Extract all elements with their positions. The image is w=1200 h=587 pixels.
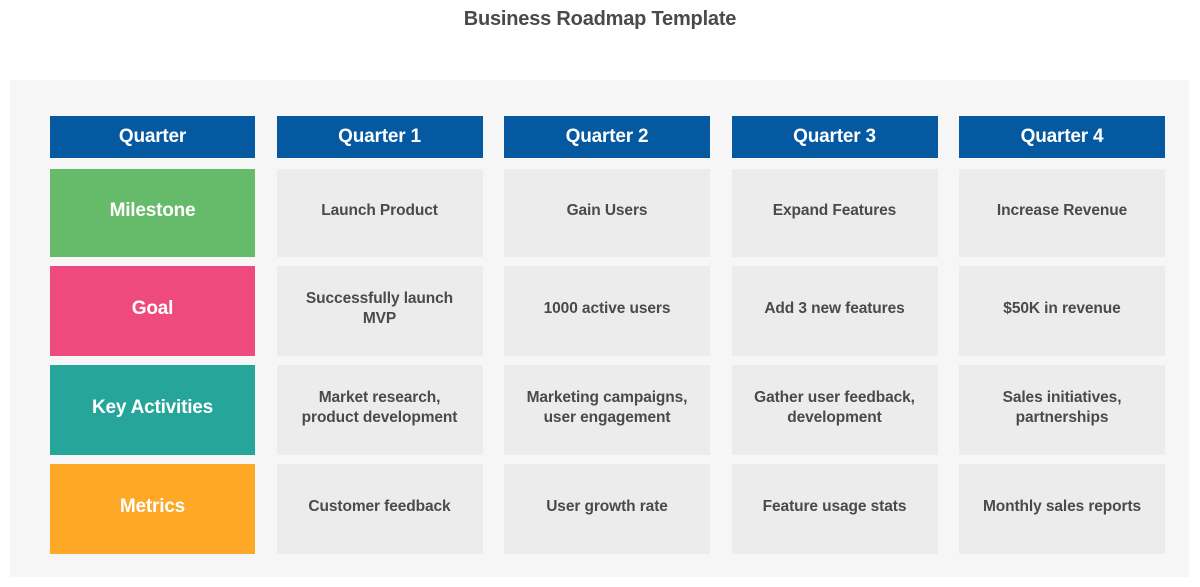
row-label-key-activities: Key Activities — [50, 365, 255, 455]
key-activities-q2-cell: Marketing campaigns, user engagement — [504, 365, 710, 455]
row-label-milestone: Milestone — [50, 169, 255, 257]
goal-q2-cell: 1000 active users — [504, 266, 710, 356]
goal-q1-cell: Successfully launch MVP — [276, 266, 483, 356]
goal-q3-cell: Add 3 new features — [731, 266, 938, 356]
milestone-q1-cell: Launch Product — [276, 169, 483, 257]
header-quarter-4: Quarter 4 — [959, 116, 1165, 158]
metrics-q4-cell: Monthly sales reports — [959, 464, 1165, 554]
row-label-goal: Goal — [50, 266, 255, 356]
roadmap-grid: Quarter Quarter 1 Quarter 2 Quarter 3 Qu… — [50, 116, 1165, 554]
header-quarter-2: Quarter 2 — [504, 116, 710, 158]
header-corner: Quarter — [50, 116, 255, 158]
metrics-q2-cell: User growth rate — [504, 464, 710, 554]
goal-q4-cell: $50K in revenue — [959, 266, 1165, 356]
key-activities-q3-cell: Gather user feedback, development — [731, 365, 938, 455]
key-activities-q4-cell: Sales initiatives, partnerships — [959, 365, 1165, 455]
header-quarter-3: Quarter 3 — [731, 116, 938, 158]
key-activities-q1-cell: Market research, product development — [276, 365, 483, 455]
milestone-q3-cell: Expand Features — [731, 169, 938, 257]
metrics-q1-cell: Customer feedback — [276, 464, 483, 554]
milestone-q4-cell: Increase Revenue — [959, 169, 1165, 257]
metrics-q3-cell: Feature usage stats — [731, 464, 938, 554]
row-label-metrics: Metrics — [50, 464, 255, 554]
milestone-q2-cell: Gain Users — [504, 169, 710, 257]
page-title: Business Roadmap Template — [463, 8, 737, 30]
header-quarter-1: Quarter 1 — [276, 116, 483, 158]
